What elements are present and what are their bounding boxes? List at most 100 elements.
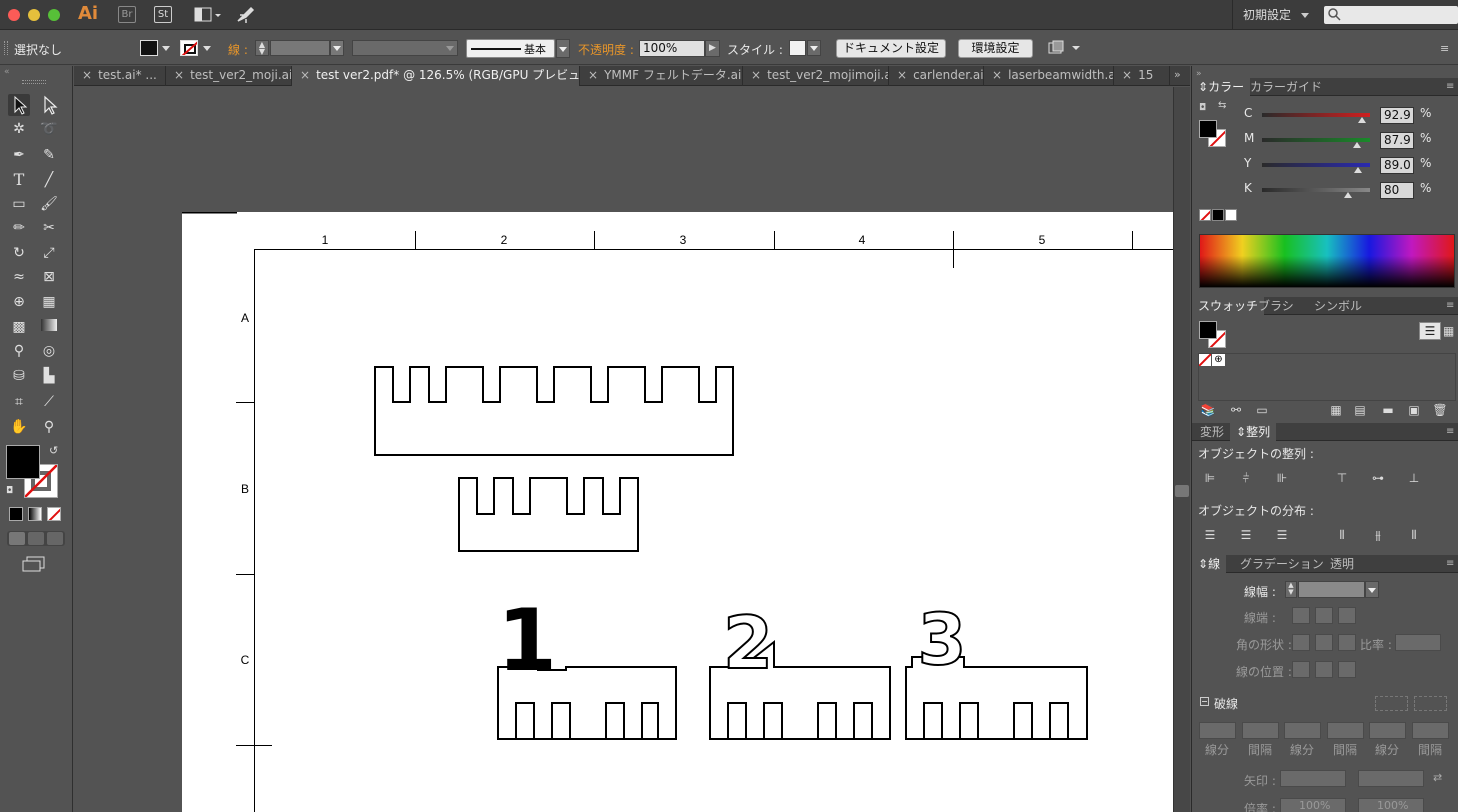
stroke-none-swatch[interactable] xyxy=(180,40,198,56)
free-transform-tool-icon[interactable]: ⊠ xyxy=(38,266,60,288)
scale-tool-icon[interactable]: ⤢ xyxy=(38,242,60,264)
none-mode-icon[interactable] xyxy=(47,507,61,521)
comb-shape-small[interactable] xyxy=(458,477,639,552)
graphic-style-swatch[interactable] xyxy=(789,40,806,56)
dash-input-3[interactable] xyxy=(1369,722,1406,739)
swatch-none[interactable] xyxy=(1199,354,1211,366)
slice-tool-icon[interactable]: ⟋ xyxy=(38,391,60,413)
close-window-button[interactable] xyxy=(8,9,20,21)
help-search-input[interactable] xyxy=(1324,6,1458,24)
align-bottom-icon[interactable]: ⊥ xyxy=(1404,469,1424,487)
close-tab-icon[interactable]: × xyxy=(751,68,761,82)
document-tab[interactable]: × YMMF フェルトデータ.ai xyxy=(580,66,743,86)
miter-join-button[interactable] xyxy=(1292,634,1310,651)
document-tab[interactable]: × 15 xyxy=(1114,66,1170,86)
recolor-artwork-icon[interactable] xyxy=(1048,40,1082,59)
align-top-icon[interactable]: ⊤ xyxy=(1332,469,1352,487)
workspace-switcher[interactable]: 初期設定 xyxy=(1232,0,1312,30)
zoom-window-button[interactable] xyxy=(48,9,60,21)
stroke-weight-field[interactable] xyxy=(1298,581,1365,598)
scrollbar-thumb[interactable] xyxy=(1175,485,1189,497)
arrange-documents-icon[interactable] xyxy=(194,6,222,27)
tab-align[interactable]: ⇕整列 xyxy=(1230,423,1277,441)
collapse-toolbox-icon[interactable]: « xyxy=(4,67,10,77)
list-view-icon[interactable]: ☰ xyxy=(1419,322,1441,340)
show-swatch-kinds-icon[interactable]: ▦ xyxy=(1326,401,1346,419)
end-scale-input[interactable]: 100% xyxy=(1358,798,1424,812)
panel-menu-icon[interactable]: ≡ xyxy=(1446,426,1454,437)
dash-input-1[interactable] xyxy=(1199,722,1236,739)
panel-menu-icon[interactable]: ≡ xyxy=(1446,558,1454,569)
toolbox-grip[interactable] xyxy=(22,80,46,84)
distribute-bottom-icon[interactable]: ☰ xyxy=(1272,526,1292,544)
default-colors-icon[interactable]: ◘ xyxy=(1199,103,1206,113)
miter-limit-input[interactable] xyxy=(1395,634,1441,651)
channel-value-input[interactable]: 80 xyxy=(1380,182,1414,199)
stroke-weight-input[interactable] xyxy=(270,40,330,56)
close-tab-icon[interactable]: × xyxy=(1122,68,1132,82)
dash-align-corners-button[interactable] xyxy=(1414,696,1447,711)
opacity-input[interactable]: 100% xyxy=(639,40,705,57)
swatch-registration[interactable]: ⊕ xyxy=(1212,354,1225,366)
variable-width-profile[interactable] xyxy=(352,40,458,56)
artboard[interactable]: 1 2 3 4 5 A B C 1 2 3 xyxy=(182,212,1173,812)
minimize-window-button[interactable] xyxy=(28,9,40,21)
new-swatch-icon[interactable]: ▣ xyxy=(1404,401,1424,419)
more-tabs-icon[interactable]: » xyxy=(1174,68,1181,81)
preferences-button[interactable]: 環境設定 xyxy=(958,39,1033,58)
tab-transparency[interactable]: 透明 xyxy=(1324,555,1360,573)
delete-swatch-icon[interactable]: 🗑 xyxy=(1430,401,1450,419)
swap-colors-icon[interactable]: ⇆ xyxy=(1218,100,1226,111)
shape-builder-tool-icon[interactable]: ⊕ xyxy=(8,291,30,313)
color-mode-icon[interactable] xyxy=(9,507,23,521)
type-tool-icon[interactable]: T xyxy=(8,169,30,191)
distribute-hcenter-icon[interactable]: ⫵ xyxy=(1368,526,1388,544)
artboard-tool-icon[interactable]: ⌗ xyxy=(8,391,30,413)
white-color-button[interactable] xyxy=(1225,209,1237,221)
dash-preserve-button[interactable] xyxy=(1375,696,1408,711)
panel-menu-icon[interactable]: ≡ xyxy=(1440,42,1449,55)
document-tab[interactable]: × test.ai* ... xyxy=(74,66,166,86)
distribute-top-icon[interactable]: ☰ xyxy=(1200,526,1220,544)
gap-input-1[interactable] xyxy=(1242,722,1279,739)
slider-thumb[interactable] xyxy=(1354,167,1363,173)
slider-thumb[interactable] xyxy=(1344,192,1353,198)
draw-behind-icon[interactable] xyxy=(28,532,44,545)
color-fill-proxy[interactable] xyxy=(1199,120,1217,138)
tab-color[interactable]: ⇕カラー xyxy=(1192,78,1251,96)
document-tab[interactable]: × test_ver2_moji.ai* xyxy=(166,66,292,86)
document-tab[interactable]: × carlender.ai xyxy=(889,66,984,86)
stroke-weight-stepper[interactable]: ▲ ▼ xyxy=(1285,581,1297,598)
fill-color-front[interactable] xyxy=(6,445,40,479)
brush-definition-dropdown[interactable]: 基本 xyxy=(466,39,555,58)
panel-menu-icon[interactable]: ≡ xyxy=(1446,300,1454,311)
dash-input-2[interactable] xyxy=(1284,722,1321,739)
blend-tool-icon[interactable]: ◎ xyxy=(38,340,60,362)
swap-arrowheads-icon[interactable]: ⇄ xyxy=(1433,771,1442,784)
align-hcenter-icon[interactable]: ⫩ xyxy=(1236,469,1256,487)
rotate-tool-icon[interactable]: ↻ xyxy=(8,242,30,264)
line-segment-tool-icon[interactable]: ╱ xyxy=(38,169,60,191)
gradient-mode-icon[interactable] xyxy=(28,507,42,521)
document-tab-active[interactable]: × test ver2.pdf* @ 126.5% (RGB/GPU プレビュー) xyxy=(292,66,580,86)
hand-tool-icon[interactable]: ✋ xyxy=(8,416,30,438)
end-arrowhead-select[interactable] xyxy=(1358,770,1424,787)
default-fill-stroke-icon[interactable]: ◘ xyxy=(6,486,13,496)
add-used-colors-icon[interactable]: ⚯ xyxy=(1226,401,1246,419)
gap-input-3[interactable] xyxy=(1412,722,1449,739)
paintbrush-tool-icon[interactable]: 🖌 xyxy=(38,193,60,215)
swatch-options-button[interactable]: ▤ xyxy=(1350,401,1370,419)
digit-three-glyph[interactable]: 3 xyxy=(917,598,968,682)
tab-transform[interactable]: 変形 xyxy=(1194,423,1230,441)
symbol-sprayer-tool-icon[interactable]: ⛁ xyxy=(8,365,30,387)
tab-symbols[interactable]: シンボル xyxy=(1308,297,1368,315)
curvature-tool-icon[interactable]: ✎ xyxy=(38,144,60,166)
close-tab-icon[interactable]: × xyxy=(82,68,92,82)
distribute-left-icon[interactable]: ⫴ xyxy=(1332,526,1352,544)
stock-button[interactable]: St xyxy=(154,6,172,23)
close-tab-icon[interactable]: × xyxy=(588,68,598,82)
digit-two-glyph[interactable]: 2 xyxy=(722,600,774,686)
channel-value-input[interactable]: 87.9 xyxy=(1380,132,1414,149)
start-arrowhead-select[interactable] xyxy=(1280,770,1346,787)
bevel-join-button[interactable] xyxy=(1338,634,1356,651)
